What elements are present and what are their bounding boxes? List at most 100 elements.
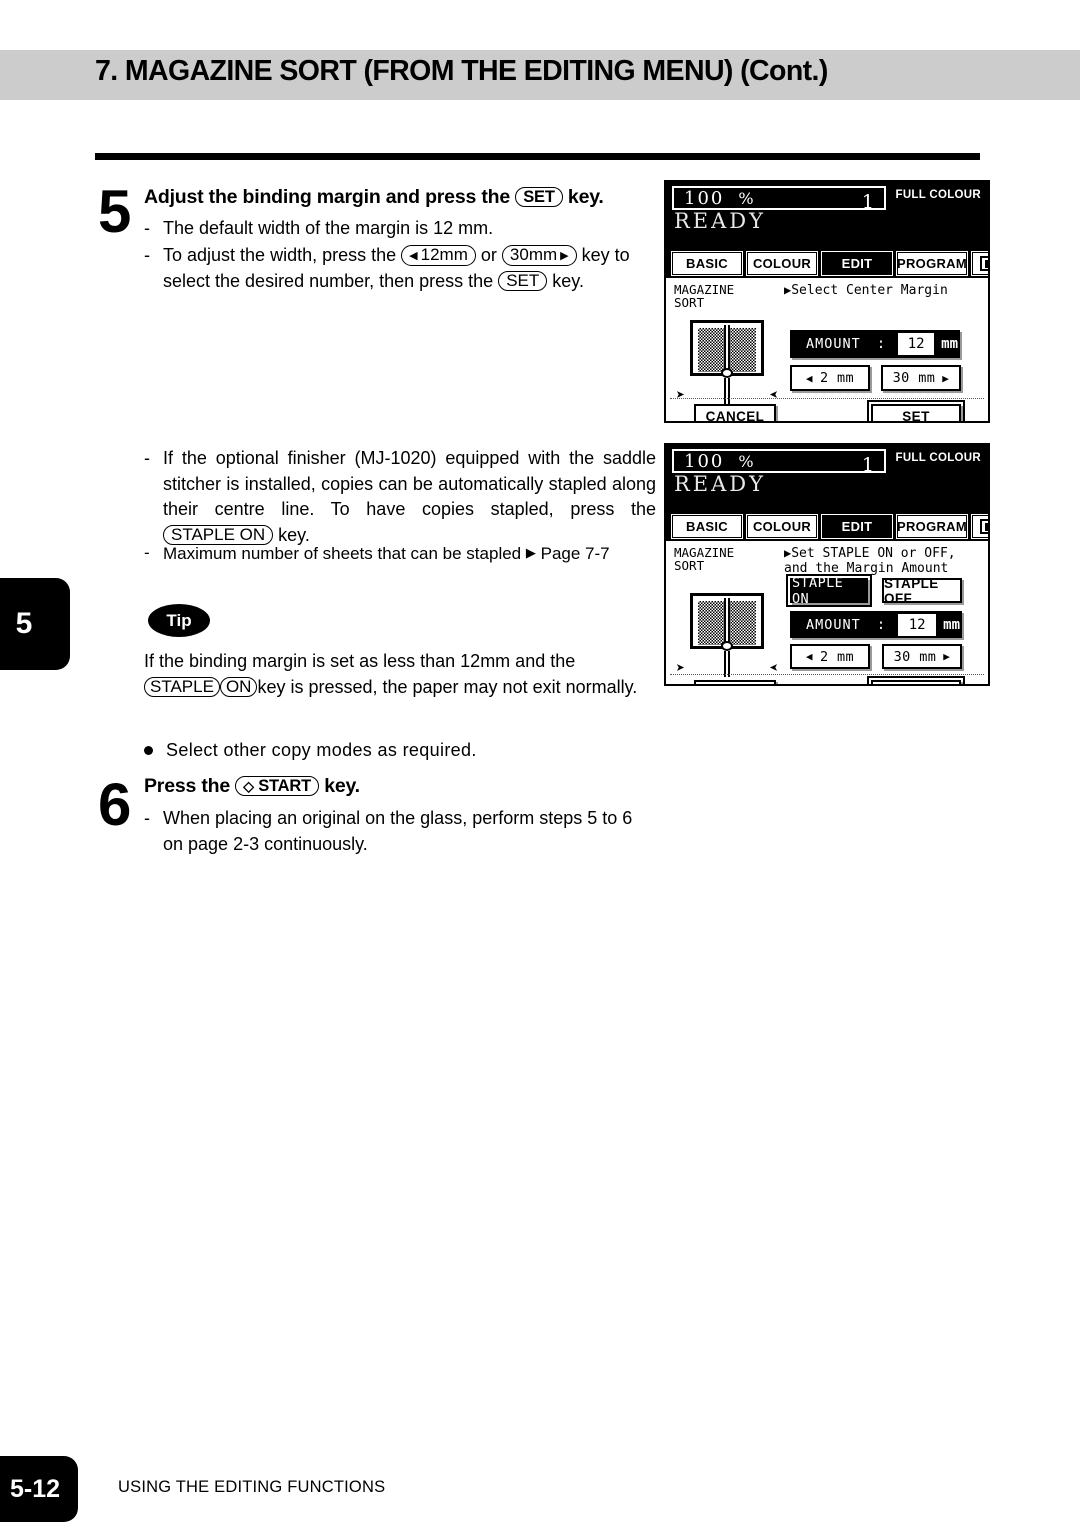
- lcd1-amount-label: AMOUNT: [806, 336, 861, 352]
- right-triangle-icon: ▶: [942, 371, 950, 385]
- lcd1-tab-row: BASIC COLOUR EDIT PROGRAM: [666, 248, 988, 278]
- dash-marker: -: [144, 218, 150, 238]
- finisher-note: - If the optional finisher (MJ-1020) equ…: [144, 446, 656, 548]
- lcd1-decrease-margin-key[interactable]: ◀ 2 mm: [790, 365, 870, 391]
- lcd2-staple-on-key[interactable]: STAPLE ON: [786, 574, 872, 607]
- tip-text: If the binding margin is set as less tha…: [144, 648, 656, 700]
- decrease-12mm-key-ref: 12mm: [401, 245, 476, 266]
- step-6-bullet-1: - When placing an original on the glass,…: [144, 806, 656, 857]
- lcd2-decrease-margin-label: 2 mm: [819, 648, 855, 665]
- lcd1-amount-unit: mm: [941, 336, 958, 352]
- lcd2-set-key[interactable]: SET: [867, 676, 965, 684]
- left-triangle-icon: ◀: [805, 371, 813, 385]
- left-triangle-icon: ◀: [805, 650, 813, 663]
- lcd1-divider: [670, 398, 984, 399]
- lcd2-mode-label: MAGAZINE SORT: [674, 546, 734, 572]
- lcd2-tab-basic[interactable]: BASIC: [671, 513, 743, 539]
- margin-arrow-left-icon: ➤: [768, 386, 778, 404]
- lcd2-tab-row: BASIC COLOUR EDIT PROGRAM: [666, 511, 988, 541]
- lcd-panel-margin: 100 % 1 FULL COLOUR READY BASIC COLOUR E…: [664, 180, 990, 423]
- lcd1-cancel-key[interactable]: CANCEL: [694, 404, 776, 421]
- lcd2-tab-edit[interactable]: EDIT: [821, 513, 893, 539]
- lcd1-percent-symbol: %: [738, 188, 754, 208]
- footer-page-number: 5-12: [9, 1474, 61, 1503]
- max-sheets-note: - Maximum number of sheets that can be s…: [144, 540, 659, 567]
- lcd2-body: MAGAZINE SORT ▶Set STAPLE ON or OFF, and…: [666, 541, 988, 684]
- lcd2-increase-margin-key[interactable]: 30 mm ▶: [882, 644, 962, 669]
- step-5-bullet-1-text: The default width of the margin is 12 mm…: [163, 218, 494, 238]
- max-sheets-label: Maximum number of sheets that can be sta…: [163, 544, 522, 563]
- start-key-ref: ◇ START: [235, 776, 319, 796]
- dash-marker: -: [144, 448, 150, 468]
- margin-arrow-right-icon: ➤: [676, 386, 686, 404]
- lcd2-ratio-box: 100 % 1: [672, 449, 886, 476]
- footer-page-tab: 5-12: [0, 1456, 78, 1522]
- lcd2-decrease-margin-key[interactable]: ◀ 2 mm: [790, 644, 870, 669]
- lcd1-tab-edit[interactable]: EDIT: [821, 250, 893, 276]
- lcd2-amount-label: AMOUNT: [806, 616, 861, 633]
- lcd1-mode-line2: SORT: [674, 295, 705, 310]
- lcd1-ratio-box: 100 % 1: [672, 186, 886, 213]
- lcd2-divider: [670, 674, 984, 675]
- keypad-icon: [979, 255, 988, 271]
- lcd1-copy-count: 1: [861, 191, 874, 213]
- start-diamond-icon: ◇: [243, 778, 254, 794]
- chapter-tab-label: 5: [15, 607, 33, 640]
- lcd1-increase-margin-key[interactable]: 30 mm ▶: [881, 365, 961, 391]
- lcd2-tab-keypad[interactable]: [971, 513, 988, 539]
- set-key-ref-2: SET: [498, 270, 548, 291]
- step-6-heading-post: key.: [324, 775, 360, 797]
- lcd2-mode-line2: SORT: [674, 558, 705, 573]
- step-5-number: 5: [98, 178, 132, 245]
- lcd2-copy-count: 1: [861, 454, 874, 476]
- lcd2-amount-display: AMOUNT : 12 mm: [790, 611, 962, 638]
- lcd1-increase-margin-label: 30 mm: [892, 370, 936, 386]
- lcd2-tab-colour[interactable]: COLOUR: [746, 513, 818, 539]
- book-spread: [690, 593, 764, 651]
- book-page-right: [729, 601, 756, 645]
- increase-30mm-key-ref: 30mm: [501, 245, 577, 266]
- tip-text-pre: If the binding margin is set as less tha…: [144, 651, 576, 671]
- lcd2-cancel-key[interactable]: CANCEL: [694, 680, 776, 684]
- header-rule: [95, 153, 980, 160]
- lcd1-tab-program[interactable]: PROGRAM: [896, 250, 968, 276]
- lcd1-colour-mode: FULL COLOUR: [895, 189, 981, 201]
- book-margin-stem: [724, 378, 730, 404]
- page-title: 7. MAGAZINE SORT (FROM THE EDITING MENU)…: [95, 55, 828, 87]
- step-5-heading: Adjust the binding margin and press the …: [144, 186, 604, 209]
- lcd1-status-text: READY: [674, 209, 767, 233]
- select-modes-note: Select other copy modes as required.: [144, 738, 656, 763]
- lcd2-percent-symbol: %: [738, 451, 754, 471]
- lcd1-tab-basic[interactable]: BASIC: [671, 250, 743, 276]
- bullet-dot-icon: [144, 746, 153, 755]
- lcd1-tab-keypad[interactable]: [971, 250, 988, 276]
- step-6-heading-pre: Press the: [144, 775, 230, 797]
- lcd1-decrease-margin-label: 2 mm: [819, 370, 855, 386]
- set-key-ref: SET: [515, 187, 563, 207]
- dash-marker: -: [144, 543, 150, 562]
- lcd2-status-text: READY: [674, 472, 767, 496]
- lcd2-book-illustration: ➤ ➤: [676, 593, 778, 677]
- book-page-left: [698, 328, 725, 372]
- lcd1-mode-label: MAGAZINE SORT: [674, 283, 734, 309]
- lcd2-prompt: ▶Set STAPLE ON or OFF, and the Margin Am…: [784, 546, 956, 576]
- bullet-tail: key.: [552, 270, 584, 291]
- lcd1-amount-value: 12: [898, 333, 935, 355]
- lcd1-tab-colour[interactable]: COLOUR: [746, 250, 818, 276]
- lcd1-set-key[interactable]: SET: [867, 400, 965, 421]
- start-key-label: START: [258, 777, 311, 795]
- step-5-heading-post: key.: [567, 186, 604, 208]
- select-modes-text: Select other copy modes as required.: [166, 740, 477, 760]
- book-page-right: [729, 328, 756, 372]
- step-5-bullet-2-text: To adjust the width, press the 12mm or 3…: [163, 243, 654, 294]
- lcd1-amount-colon: :: [876, 336, 886, 352]
- lcd1-status-bar: 100 % 1 FULL COLOUR READY: [666, 182, 988, 248]
- lcd2-staple-off-key[interactable]: STAPLE OFF: [882, 576, 962, 606]
- lcd2-status-bar: 100 % 1 FULL COLOUR READY: [666, 445, 988, 511]
- lcd2-tab-program[interactable]: PROGRAM: [896, 513, 968, 539]
- step-6-bullet-1-text: When placing an original on the glass, p…: [163, 808, 633, 854]
- lcd2-zoom-ratio: 100: [684, 450, 725, 472]
- bullet-mid: or: [480, 245, 497, 265]
- step-5-heading-pre: Adjust the binding margin and press the: [144, 186, 510, 208]
- lcd2-colour-mode: FULL COLOUR: [895, 452, 981, 464]
